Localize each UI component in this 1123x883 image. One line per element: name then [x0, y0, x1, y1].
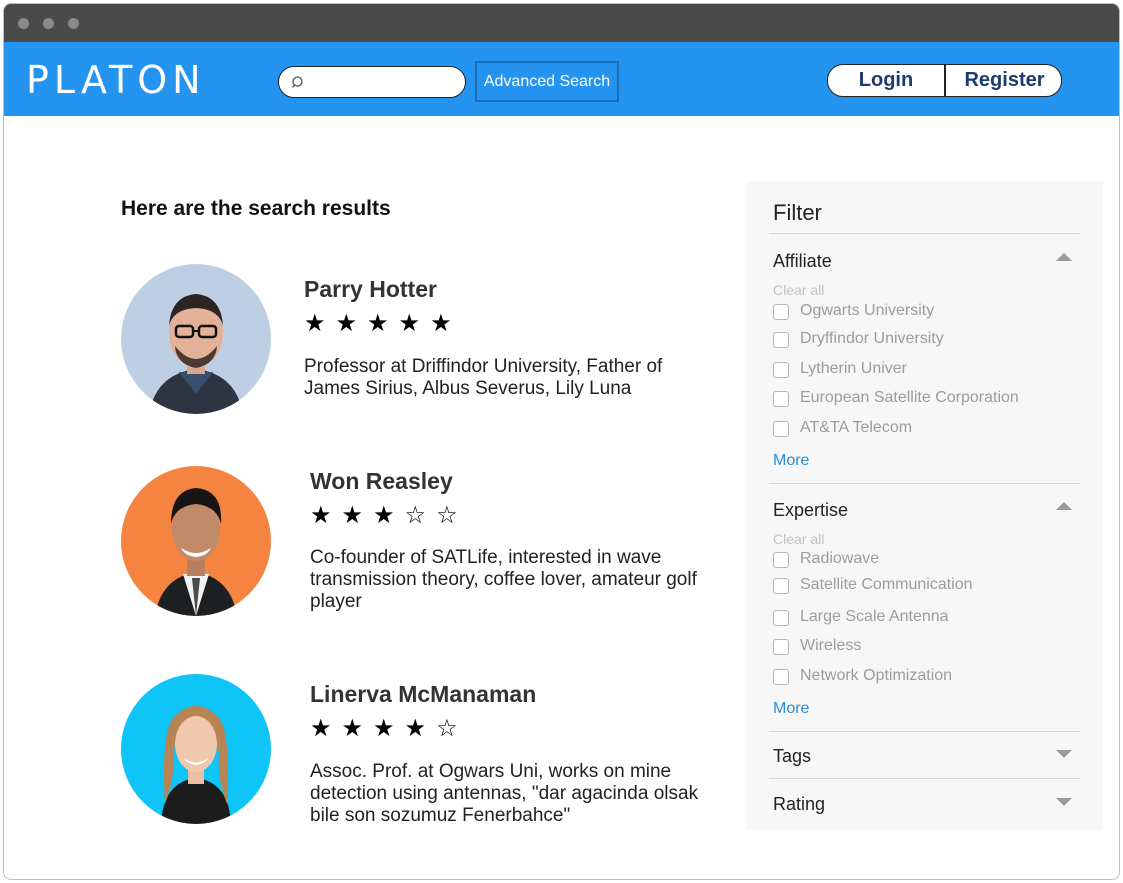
expand-arrow-icon[interactable] — [1056, 750, 1072, 758]
results-title: Here are the search results — [121, 197, 391, 220]
result-name[interactable]: Linerva McManaman — [310, 681, 536, 708]
filter-title: Filter — [773, 200, 822, 225]
divider — [769, 233, 1080, 234]
result-name[interactable]: Parry Hotter — [304, 276, 437, 303]
filter-option-label: Satellite Communication — [800, 576, 973, 593]
auth-button-group: Login Register — [827, 64, 1062, 97]
result-description: Co-founder of SATLife, interested in wav… — [310, 547, 697, 612]
filter-section-tags[interactable]: Tags — [773, 746, 811, 767]
result-description: Professor at Driffindor University, Fath… — [304, 356, 663, 399]
checkbox[interactable] — [773, 421, 789, 437]
checkbox[interactable] — [773, 610, 789, 626]
more-link[interactable]: More — [773, 700, 809, 718]
register-button[interactable]: Register — [946, 65, 1061, 96]
result-description: Assoc. Prof. at Ogwars Uni, works on min… — [310, 761, 699, 826]
platon-logo[interactable]: PLATON — [26, 58, 206, 102]
filter-panel: Filter Affiliate Clear all Ogwarts Unive… — [746, 181, 1103, 829]
checkbox[interactable] — [773, 304, 789, 320]
search-box[interactable] — [278, 66, 466, 98]
filter-option-label: Wireless — [800, 637, 862, 654]
browser-window: PLATON Advanced Search Login Register He… — [3, 3, 1120, 880]
clear-all-link[interactable]: Clear all — [773, 282, 824, 298]
divider — [769, 778, 1080, 779]
filter-option-label: Large Scale Antenna — [800, 608, 949, 625]
avatar[interactable] — [121, 264, 271, 414]
avatar[interactable] — [121, 466, 271, 616]
filter-section-rating[interactable]: Rating — [773, 794, 825, 815]
more-link[interactable]: More — [773, 452, 809, 470]
window-minimize-dot[interactable] — [43, 18, 54, 29]
divider — [769, 483, 1080, 484]
checkbox[interactable] — [773, 391, 789, 407]
filter-option-label: AT&TA Telecom — [800, 419, 913, 436]
avatar-illustration — [121, 466, 271, 616]
checkbox[interactable] — [773, 552, 789, 568]
collapse-arrow-icon[interactable] — [1056, 502, 1072, 510]
avatar[interactable] — [121, 674, 271, 824]
filter-option-label: Dryffindor University — [800, 330, 944, 347]
star-rating: ★★★☆☆ — [310, 502, 468, 529]
filter-option-label: Network Optimization — [800, 667, 953, 684]
top-navbar: PLATON Advanced Search Login Register — [4, 42, 1119, 116]
checkbox[interactable] — [773, 639, 789, 655]
result-name[interactable]: Won Reasley — [310, 468, 453, 495]
avatar-illustration — [121, 264, 271, 414]
expand-arrow-icon[interactable] — [1056, 798, 1072, 806]
filter-option-label: Ogwarts University — [800, 302, 935, 319]
collapse-arrow-icon[interactable] — [1056, 253, 1072, 261]
filter-section-affiliate[interactable]: Affiliate — [773, 251, 832, 272]
filter-section-expertise[interactable]: Expertise — [773, 500, 848, 521]
filter-option-label: European Satellite Corporation — [800, 389, 1019, 406]
filter-option-label: Lytherin Univer — [800, 360, 908, 377]
checkbox[interactable] — [773, 332, 789, 348]
checkbox[interactable] — [773, 578, 789, 594]
checkbox[interactable] — [773, 362, 789, 378]
avatar-illustration — [121, 674, 271, 824]
filter-option-label: Radiowave — [800, 550, 880, 567]
window-close-dot[interactable] — [18, 18, 29, 29]
window-maximize-dot[interactable] — [68, 18, 79, 29]
window-titlebar — [4, 4, 1119, 42]
checkbox[interactable] — [773, 669, 789, 685]
star-rating: ★★★★☆ — [310, 715, 468, 742]
divider — [769, 731, 1080, 732]
clear-all-link[interactable]: Clear all — [773, 531, 824, 547]
search-input[interactable] — [309, 71, 459, 93]
advanced-search-button[interactable]: Advanced Search — [475, 61, 619, 102]
star-rating: ★★★★★ — [304, 310, 462, 337]
login-button[interactable]: Login — [828, 65, 944, 96]
search-icon — [291, 76, 303, 88]
